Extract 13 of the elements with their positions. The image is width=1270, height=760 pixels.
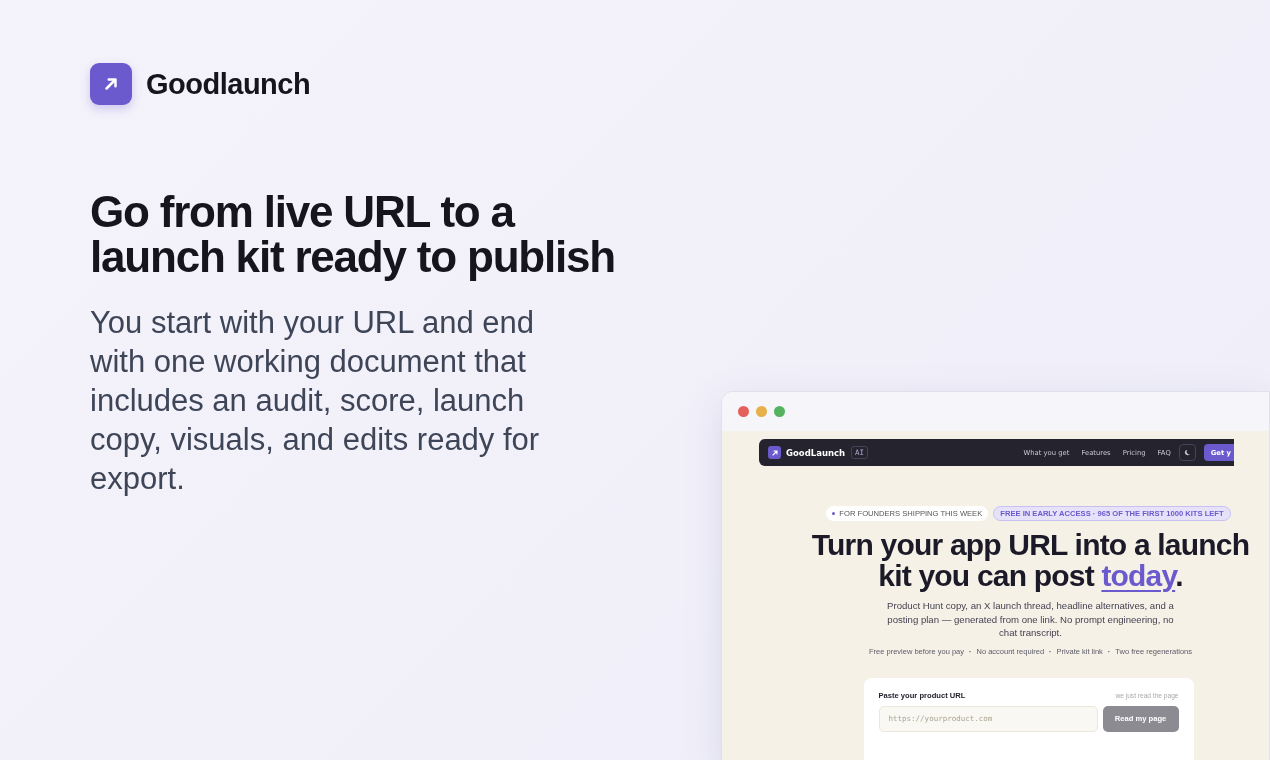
hero-headline: Turn your app URL into a launch kit you can post today. [810,529,1251,591]
moon-icon [1183,449,1191,456]
arrow-icon [102,75,120,93]
hero-heading: Go from live URL to a launch kit ready to publish [90,189,616,279]
theme-toggle-button[interactable] [1178,444,1196,461]
window-control-dot[interactable] [774,406,785,417]
window-control-dot[interactable] [756,406,767,417]
hero-description: You start with your URL and end with one working document that includes an audit, score, launch copy, visuals, and edits ready for export. [90,304,541,498]
brand-name: GoodLaunch [786,447,846,458]
dot-icon [832,512,836,515]
hero-subtitle: Product Hunt copy, an X launch thread, headline alternatives, and a posting plan — generated from one link. No prompt engineering, no chat transcript. [886,599,1175,640]
window-control-dot[interactable] [738,406,749,417]
brand-name: Goodlaunch [146,67,311,101]
